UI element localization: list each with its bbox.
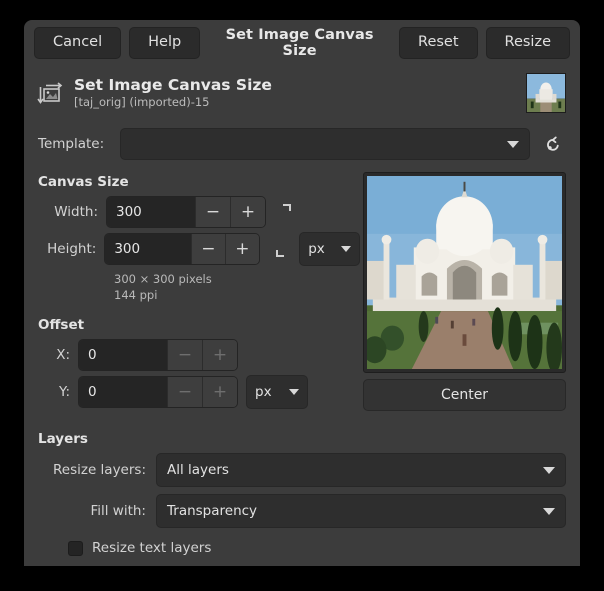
canvas-height-input[interactable]: 300 <box>105 234 191 264</box>
canvas-width-decrement-button[interactable]: − <box>195 197 230 227</box>
chain-broken-lower-icon <box>274 240 288 258</box>
fill-with-value: Transparency <box>167 503 257 519</box>
resize-layers-label: Resize layers: <box>38 462 146 478</box>
image-header-title: Set Image Canvas Size <box>74 77 516 95</box>
canvas-preview-frame[interactable] <box>363 172 566 373</box>
image-thumbnail <box>526 73 566 113</box>
image-header-text: Set Image Canvas Size [taj_orig] (import… <box>74 77 516 110</box>
offset-unit-combo[interactable]: px <box>246 375 308 409</box>
chevron-down-icon <box>289 389 299 395</box>
offset-x-input[interactable]: 0 <box>79 340 167 370</box>
canvas-size-info: 300 × 300 pixels 144 ppi <box>114 272 360 303</box>
resize-layers-row: Resize layers: All layers <box>38 453 566 487</box>
offset-y-spinner[interactable]: 0 − + <box>78 376 238 408</box>
offset-y-decrement-button[interactable]: − <box>167 377 202 407</box>
canvas-height-spinner[interactable]: 300 − + <box>104 233 260 265</box>
resize-button[interactable]: Resize <box>486 27 570 59</box>
canvas-height-decrement-button[interactable]: − <box>191 234 225 264</box>
fill-with-combo[interactable]: Transparency <box>156 494 566 528</box>
help-button[interactable]: Help <box>129 27 200 59</box>
layers-section-label: Layers <box>38 431 566 447</box>
canvas-height-label: Height: <box>38 241 104 257</box>
canvas-width-row: Width: 300 − + <box>38 196 360 228</box>
chevron-down-icon <box>341 246 351 252</box>
canvas-size-unit-value: px <box>308 241 325 257</box>
offset-x-spinner[interactable]: 0 − + <box>78 339 238 371</box>
offset-x-decrement-button[interactable]: − <box>167 340 202 370</box>
canvas-preview-area: Center <box>363 172 566 411</box>
center-button[interactable]: Center <box>363 379 566 411</box>
image-header-subtitle: [taj_orig] (imported)-15 <box>74 95 516 109</box>
offset-y-input[interactable]: 0 <box>79 377 167 407</box>
canvas-size-resolution: 144 ppi <box>114 288 360 304</box>
canvas-width-label: Width: <box>38 204 106 220</box>
reset-icon <box>544 135 563 154</box>
template-reset-button[interactable] <box>540 131 566 157</box>
set-image-canvas-size-dialog: Cancel Help Set Image Canvas Size Reset … <box>24 20 580 566</box>
offset-x-increment-button[interactable]: + <box>202 340 237 370</box>
chain-link-toggle-bottom[interactable] <box>270 240 291 258</box>
offset-y-label: Y: <box>38 384 78 400</box>
resize-layers-combo[interactable]: All layers <box>156 453 566 487</box>
canvas-width-spinner[interactable]: 300 − + <box>106 196 266 228</box>
template-row: Template: <box>38 128 566 160</box>
cancel-button[interactable]: Cancel <box>34 27 121 59</box>
offset-unit-value: px <box>255 384 272 400</box>
image-header: Set Image Canvas Size [taj_orig] (import… <box>24 66 580 120</box>
resize-text-layers-row[interactable]: Resize text layers <box>68 540 566 556</box>
chevron-down-icon <box>507 141 519 148</box>
template-label: Template: <box>38 136 110 152</box>
resize-text-layers-label: Resize text layers <box>92 540 211 556</box>
resize-layers-value: All layers <box>167 462 229 478</box>
dialog-titlebar: Cancel Help Set Image Canvas Size Reset … <box>24 20 580 66</box>
canvas-height-increment-button[interactable]: + <box>225 234 259 264</box>
chevron-down-icon <box>543 467 555 474</box>
canvas-height-row: Height: 300 − + px <box>38 232 360 266</box>
offset-x-label: X: <box>38 347 78 363</box>
chain-link-toggle[interactable] <box>276 203 298 221</box>
resize-text-layers-checkbox[interactable] <box>68 541 83 556</box>
template-combo[interactable] <box>120 128 530 160</box>
canvas-size-pixels: 300 × 300 pixels <box>114 272 360 288</box>
chevron-down-icon <box>543 508 555 515</box>
fill-with-label: Fill with: <box>38 503 146 519</box>
canvas-size-unit-combo[interactable]: px <box>299 232 360 266</box>
reset-button[interactable]: Reset <box>399 27 478 59</box>
offset-y-increment-button[interactable]: + <box>202 377 237 407</box>
fill-with-row: Fill with: Transparency <box>38 494 566 528</box>
canvas-size-icon <box>36 79 64 107</box>
canvas-preview-image[interactable] <box>367 176 562 369</box>
canvas-width-increment-button[interactable]: + <box>230 197 265 227</box>
dialog-title: Set Image Canvas Size <box>208 27 391 59</box>
canvas-width-input[interactable]: 300 <box>107 197 195 227</box>
chain-broken-icon <box>280 203 294 221</box>
